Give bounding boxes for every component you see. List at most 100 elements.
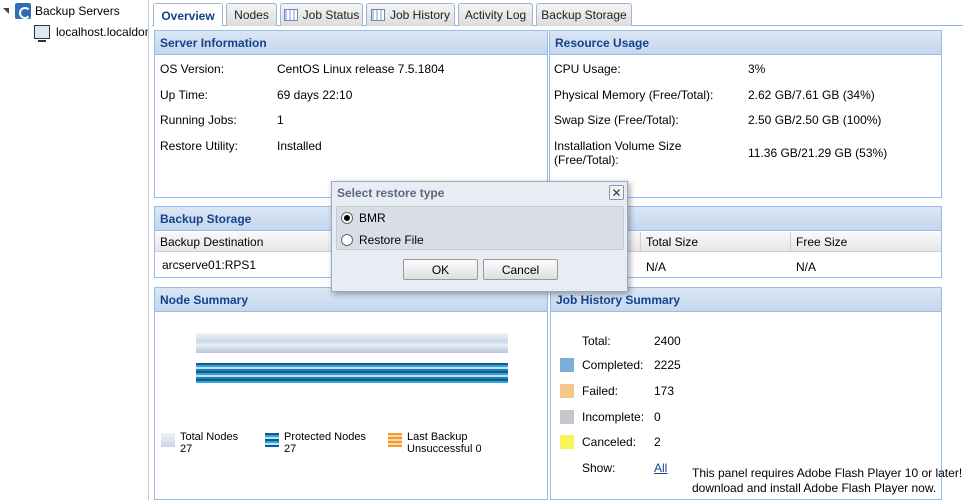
os-version-label: OS Version: <box>160 62 225 76</box>
tab-bar: Overview Nodes Job Status Job History Ac… <box>152 0 963 27</box>
job-show-row: Show: All <box>582 461 667 475</box>
job-canceled-label: Canceled: <box>582 435 637 449</box>
backup-servers-icon <box>15 3 31 19</box>
panel-title: Server Information <box>155 31 547 55</box>
legend-value: 27 <box>180 443 193 455</box>
job-incomplete-value: 0 <box>654 410 661 424</box>
physical-memory-value: 2.62 GB/7.61 GB (34%) <box>748 88 875 102</box>
cell-free-size: N/A <box>796 260 817 274</box>
server-information-panel: Server Information OS Version: CentOS Li… <box>154 30 548 198</box>
job-incomplete-row: Incomplete: 0 <box>560 410 661 424</box>
uptime-value: 69 days 22:10 <box>277 88 353 102</box>
tab-activity-log[interactable]: Activity Log <box>458 3 533 26</box>
running-jobs-label: Running Jobs: <box>160 113 237 127</box>
cell-destination: arcserve01:RPS1 <box>162 258 257 272</box>
swap-size-label: Swap Size (Free/Total): <box>554 113 679 127</box>
job-completed-row: Completed: 2225 <box>560 358 681 372</box>
tab-job-history[interactable]: Job History <box>366 3 455 26</box>
job-total-value: 2400 <box>654 334 681 348</box>
radio-bmr-label: BMR <box>359 211 386 225</box>
radio-bmr[interactable] <box>341 212 353 224</box>
completed-swatch <box>560 358 574 372</box>
job-failed-row: Failed: 173 <box>560 384 674 398</box>
close-icon[interactable]: ✕ <box>609 185 624 200</box>
job-total-row: Total: 2400 <box>582 334 681 348</box>
tree-child-label: localhost.localdoma <box>56 25 148 39</box>
install-volume-value: 11.36 GB/21.29 GB (53%) <box>748 146 888 160</box>
job-incomplete-label: Incomplete: <box>582 410 645 424</box>
physical-memory-label: Physical Memory (Free/Total): <box>554 88 714 102</box>
cpu-usage-label: CPU Usage: <box>554 62 621 76</box>
legend-label: Last Backup <box>407 431 468 443</box>
flash-message-line-1: This panel requires Adobe Flash Player 1… <box>692 466 963 480</box>
job-completed-value: 2225 <box>654 358 681 372</box>
job-canceled-value: 2 <box>654 435 661 449</box>
radio-option-bmr[interactable]: BMR <box>341 211 386 225</box>
running-jobs-value: 1 <box>277 113 284 127</box>
restore-utility-value: Installed <box>277 139 322 153</box>
protected-nodes-bar <box>196 363 508 383</box>
legend-label: Total Nodes <box>180 431 239 443</box>
ok-button[interactable]: OK <box>403 259 478 280</box>
dialog-title: Select restore type <box>337 186 445 200</box>
restore-type-options: BMR Restore File <box>336 206 624 250</box>
tab-label: Job Status <box>302 8 360 22</box>
legend-total-nodes: Total Nodes 27 <box>161 431 238 455</box>
flash-player-message[interactable]: This panel requires Adobe Flash Player 1… <box>692 466 962 496</box>
total-nodes-swatch <box>161 433 175 447</box>
tree-item-localhost[interactable]: localhost.localdoma <box>34 22 148 42</box>
legend-last-backup-unsuccessful: Last Backup Unsuccessful 0 <box>388 431 482 455</box>
tab-label: Overview <box>161 8 215 23</box>
tab-label: Nodes <box>234 8 269 22</box>
cpu-usage-value: 3% <box>748 62 766 76</box>
radio-restore-file[interactable] <box>341 234 353 246</box>
legend-label-2: Unsuccessful <box>407 443 473 455</box>
radio-option-restore-file[interactable]: Restore File <box>341 233 424 247</box>
swap-size-value: 2.50 GB/2.50 GB (100%) <box>748 113 882 127</box>
cancel-button[interactable]: Cancel <box>483 259 558 280</box>
legend-value: 0 <box>475 443 482 455</box>
select-restore-type-dialog: Select restore type ✕ BMR Restore File O… <box>331 181 628 292</box>
legend-label: Protected Nodes <box>284 431 366 443</box>
total-nodes-bar <box>196 333 508 353</box>
panel-title: Resource Usage <box>550 31 941 55</box>
legend-protected-nodes: Protected Nodes 27 <box>265 431 366 455</box>
node-summary-panel: Node Summary Total Nodes 27 Protected Nod… <box>154 287 548 500</box>
job-canceled-row: Canceled: 2 <box>560 435 661 449</box>
show-all-link[interactable]: All <box>654 461 667 475</box>
radio-restore-file-label: Restore File <box>359 233 424 247</box>
tree-item-backup-servers[interactable]: Backup Servers <box>3 1 120 21</box>
tree-root-label: Backup Servers <box>35 4 120 18</box>
os-version-value: CentOS Linux release 7.5.1804 <box>277 62 445 76</box>
tab-overview[interactable]: Overview <box>153 3 223 27</box>
canceled-swatch <box>560 435 574 449</box>
tab-backup-storage[interactable]: Backup Storage <box>536 3 632 26</box>
resource-usage-panel: Resource Usage CPU Usage: 3% Physical Me… <box>549 30 942 198</box>
computer-icon <box>34 25 50 42</box>
restore-utility-label: Restore Utility: <box>160 139 239 153</box>
legend-value: 27 <box>284 443 297 455</box>
dialog-titlebar[interactable]: Select restore type ✕ <box>332 182 627 204</box>
collapse-arrow-icon[interactable] <box>3 7 11 15</box>
job-history-icon <box>370 9 385 21</box>
show-label: Show: <box>582 461 616 475</box>
job-status-icon <box>283 9 298 21</box>
flash-message-line-2: download and install Adobe Flash Player … <box>692 481 937 495</box>
install-volume-label: Installation Volume Size <box>554 139 682 153</box>
tab-job-status[interactable]: Job Status <box>280 3 363 26</box>
column-free-size[interactable]: Free Size <box>791 232 941 251</box>
tab-label: Job History <box>389 8 451 22</box>
tab-label: Backup Storage <box>541 8 627 22</box>
tab-label: Activity Log <box>464 8 527 22</box>
job-completed-label: Completed: <box>582 358 644 372</box>
uptime-label: Up Time: <box>160 88 209 102</box>
tab-nodes[interactable]: Nodes <box>226 3 277 26</box>
failed-swatch <box>560 384 574 398</box>
install-volume-label-2: (Free/Total): <box>554 153 619 167</box>
column-total-size[interactable]: Total Size <box>641 232 791 251</box>
incomplete-swatch <box>560 410 574 424</box>
job-failed-value: 173 <box>654 384 675 398</box>
last-backup-swatch <box>388 433 402 447</box>
cell-total-size: N/A <box>646 260 667 274</box>
protected-nodes-swatch <box>265 433 279 447</box>
